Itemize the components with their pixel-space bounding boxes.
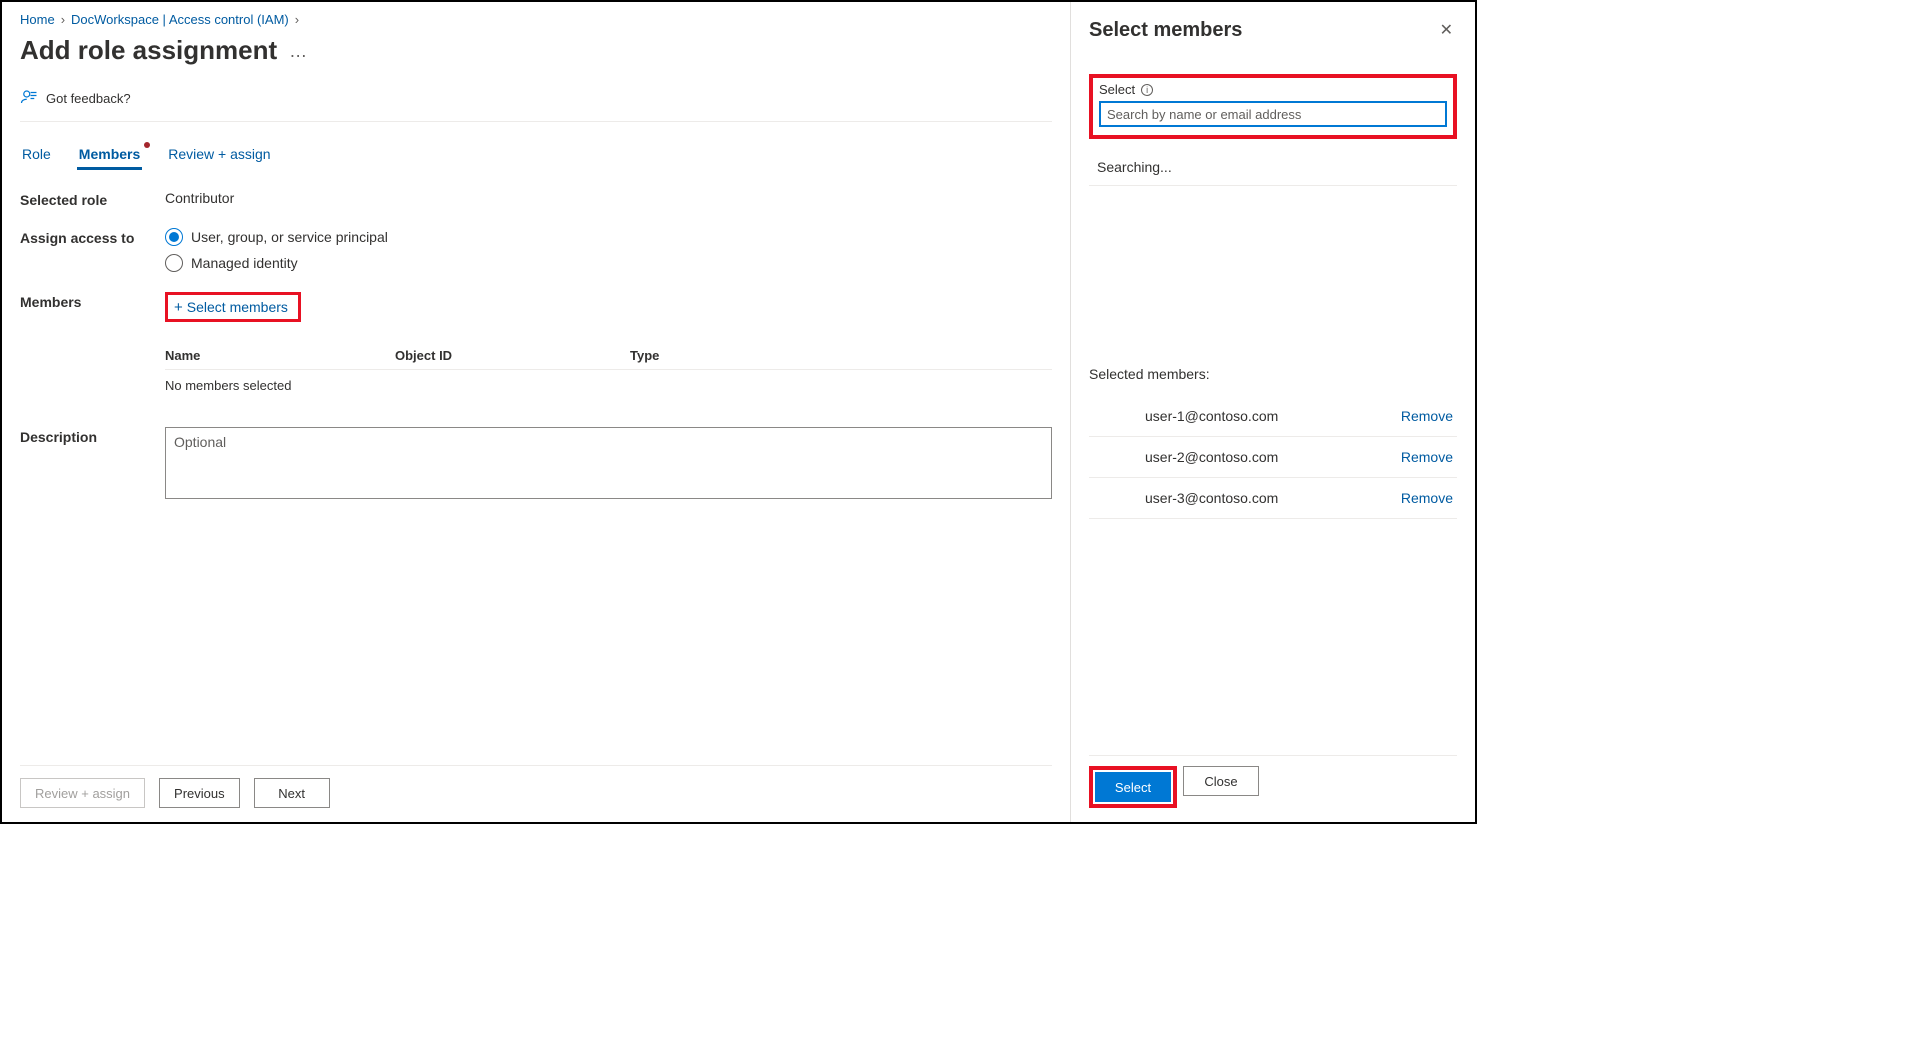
plus-icon: +: [174, 300, 183, 315]
members-label: Members: [20, 292, 165, 310]
selected-role-label: Selected role: [20, 190, 165, 208]
tabs: Role Members Review + assign: [20, 140, 1052, 170]
tab-members-label: Members: [79, 146, 140, 162]
main-footer: Review + assign Previous Next: [20, 765, 1052, 822]
side-footer: Select Close: [1089, 755, 1457, 822]
select-button-highlight: Select: [1089, 766, 1177, 808]
radio-icon: [165, 228, 183, 246]
more-actions-icon[interactable]: …: [289, 42, 307, 60]
remove-member-link[interactable]: Remove: [1401, 408, 1453, 424]
col-object-id: Object ID: [395, 348, 630, 363]
select-members-link[interactable]: Select members: [187, 299, 288, 315]
selected-member-row: user-1@contoso.com Remove: [1089, 396, 1457, 437]
searching-status: Searching...: [1089, 149, 1457, 186]
radio-user-group-sp[interactable]: User, group, or service principal: [165, 228, 1052, 246]
member-email: user-1@contoso.com: [1145, 408, 1278, 424]
description-label: Description: [20, 427, 165, 445]
validation-dot-icon: [144, 142, 150, 148]
review-assign-button[interactable]: Review + assign: [20, 778, 145, 808]
radio-user-label: User, group, or service principal: [191, 229, 388, 245]
assign-access-radio-group: User, group, or service principal Manage…: [165, 228, 1052, 272]
chevron-right-icon: ›: [61, 12, 65, 27]
info-icon[interactable]: i: [1141, 84, 1153, 96]
previous-button[interactable]: Previous: [159, 778, 240, 808]
select-search-highlight: Select i: [1089, 74, 1457, 139]
side-title: Select members: [1089, 19, 1242, 42]
close-icon[interactable]: ✕: [1436, 16, 1457, 44]
select-members-highlight: + Select members: [165, 292, 301, 322]
members-table: Name Object ID Type No members selected: [165, 342, 1052, 401]
select-members-pane: Select members ✕ Select i Searching... S…: [1070, 2, 1475, 822]
selected-member-row: user-3@contoso.com Remove: [1089, 478, 1457, 519]
page-title: Add role assignment: [20, 35, 277, 66]
member-search-input[interactable]: [1099, 101, 1447, 127]
col-name: Name: [165, 348, 395, 363]
next-button[interactable]: Next: [254, 778, 330, 808]
chevron-right-icon: ›: [295, 12, 299, 27]
radio-managed-label: Managed identity: [191, 255, 298, 271]
breadcrumb-home[interactable]: Home: [20, 12, 55, 27]
member-email: user-2@contoso.com: [1145, 449, 1278, 465]
tab-review-assign[interactable]: Review + assign: [166, 140, 272, 170]
remove-member-link[interactable]: Remove: [1401, 449, 1453, 465]
tab-members[interactable]: Members: [77, 140, 142, 170]
no-members-text: No members selected: [165, 370, 1052, 401]
main-pane: Home › DocWorkspace | Access control (IA…: [2, 2, 1070, 822]
selected-members-label: Selected members:: [1089, 366, 1457, 382]
radio-icon: [165, 254, 183, 272]
col-type: Type: [630, 348, 1052, 363]
member-email: user-3@contoso.com: [1145, 490, 1278, 506]
assign-access-label: Assign access to: [20, 228, 165, 246]
remove-member-link[interactable]: Remove: [1401, 490, 1453, 506]
close-button[interactable]: Close: [1183, 766, 1259, 796]
feedback-link[interactable]: Got feedback?: [20, 80, 1052, 122]
select-button[interactable]: Select: [1095, 772, 1171, 802]
radio-managed-identity[interactable]: Managed identity: [165, 254, 1052, 272]
breadcrumb-workspace[interactable]: DocWorkspace | Access control (IAM): [71, 12, 289, 27]
select-label: Select: [1099, 82, 1135, 97]
tab-role[interactable]: Role: [20, 140, 53, 170]
description-input[interactable]: [165, 427, 1052, 499]
feedback-icon: [20, 88, 38, 109]
selected-member-row: user-2@contoso.com Remove: [1089, 437, 1457, 478]
selected-role-value: Contributor: [165, 190, 1052, 206]
breadcrumb: Home › DocWorkspace | Access control (IA…: [20, 12, 1052, 27]
selected-members-list: user-1@contoso.com Remove user-2@contoso…: [1089, 396, 1457, 519]
feedback-label: Got feedback?: [46, 91, 131, 106]
